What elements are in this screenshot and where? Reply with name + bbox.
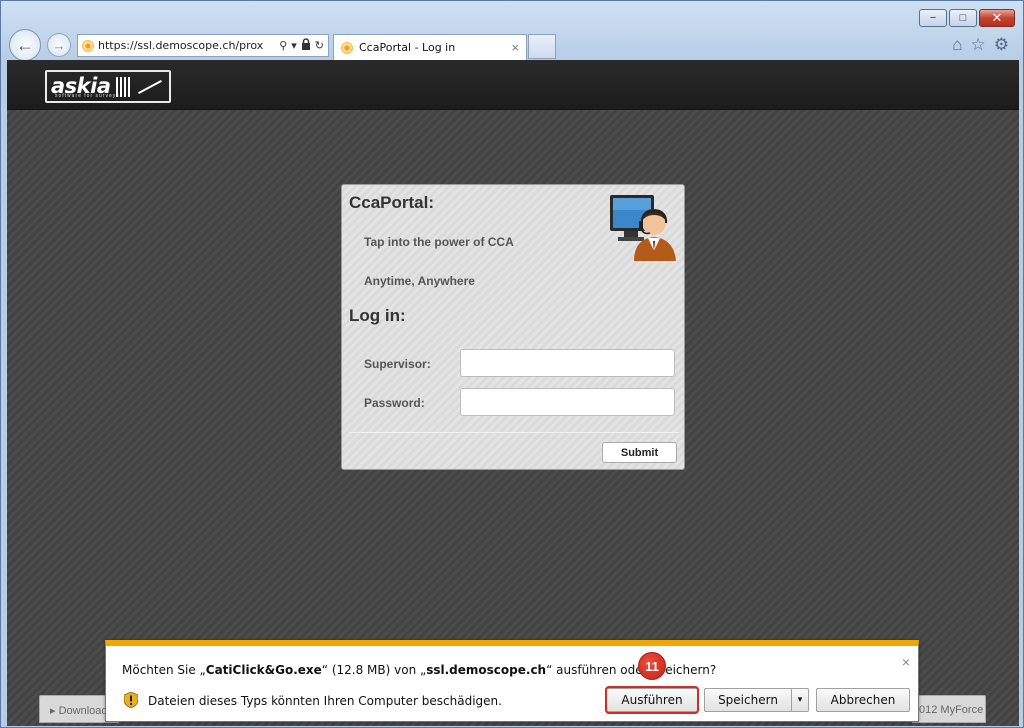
site-favicon-icon [82,39,94,52]
tab-title: CcaPortal - Log in [359,41,456,54]
submit-button[interactable]: Submit [602,442,677,463]
close-tab-icon[interactable]: × [511,40,519,55]
warning-shield-icon [123,691,139,709]
close-notification-icon[interactable]: × [902,654,910,670]
forward-arrow-icon: → [52,37,66,53]
support-agent-icon [608,191,678,261]
maximize-button[interactable]: □ [949,9,977,27]
tab-ccaportal[interactable]: CcaPortal - Log in × [333,34,527,60]
login-title: Log in: [349,306,406,325]
address-bar[interactable]: https://ssl.demoscope.ch/prox ⚲ ▾ ↻ [77,34,329,57]
download-question: Möchten Sie „CatiClick&Go.exe“ (12.8 MB)… [122,663,717,677]
supervisor-input[interactable] [460,349,675,377]
browser-toolbar: ⌂ ☆ ⚙ [952,35,1009,55]
askia-logo[interactable]: askia software for surveys [45,70,171,103]
window-controls: − □ ✕ [919,9,1015,27]
refresh-icon[interactable]: ↻ [315,39,324,52]
page-viewport: askia software for surveys CcaPortal: Ta… [7,60,1019,726]
forward-button[interactable]: → [47,33,71,57]
portal-title: CcaPortal: [349,193,435,212]
home-icon[interactable]: ⌂ [952,35,962,55]
page-header: askia software for surveys [7,60,1019,110]
step-number-badge: 11 [638,652,666,680]
browser-window: − □ ✕ ← → https://ssl.demoscope.ch/prox … [0,0,1024,728]
download-notification-bar: Möchten Sie „CatiClick&Go.exe“ (12.8 MB)… [105,640,919,722]
back-button[interactable]: ← [9,29,41,61]
gear-icon[interactable]: ⚙ [994,35,1009,55]
footer-copyright: 012 MyForce [912,695,986,723]
back-arrow-icon: ← [16,34,34,55]
password-label: Password: [364,396,425,410]
minimize-button[interactable]: − [919,9,947,27]
cancel-button[interactable]: Abbrechen [816,688,910,712]
run-button-highlight [605,686,699,714]
password-input[interactable] [460,388,675,416]
chevron-down-icon: ▾ [797,695,803,705]
save-options-dropdown[interactable]: ▾ [791,688,809,712]
address-url[interactable]: https://ssl.demoscope.ch/prox [98,39,275,52]
new-tab-button[interactable] [528,34,556,59]
panel-divider [349,432,679,433]
tab-favicon-icon [341,41,353,54]
lock-icon[interactable] [301,38,311,53]
login-panel: CcaPortal: Tap into the power of CCA Any… [341,184,685,470]
logo-tagline: software for surveys [55,93,120,99]
close-window-button[interactable]: ✕ [979,9,1015,27]
save-button[interactable]: Speichern [704,688,792,712]
search-icon[interactable]: ⚲ [279,39,287,52]
supervisor-label: Supervisor: [364,357,431,371]
chevron-down-icon[interactable]: ▾ [291,39,297,52]
download-file-name: CatiClick&Go.exe [205,663,322,677]
tagline-power: Tap into the power of CCA [364,235,514,249]
download-warning-text: Dateien dieses Typs könnten Ihren Comput… [148,694,502,708]
tagline-anytime: Anytime, Anywhere [364,274,475,288]
favorites-star-icon[interactable]: ☆ [971,35,986,55]
download-host: ssl.demoscope.ch [426,663,547,677]
